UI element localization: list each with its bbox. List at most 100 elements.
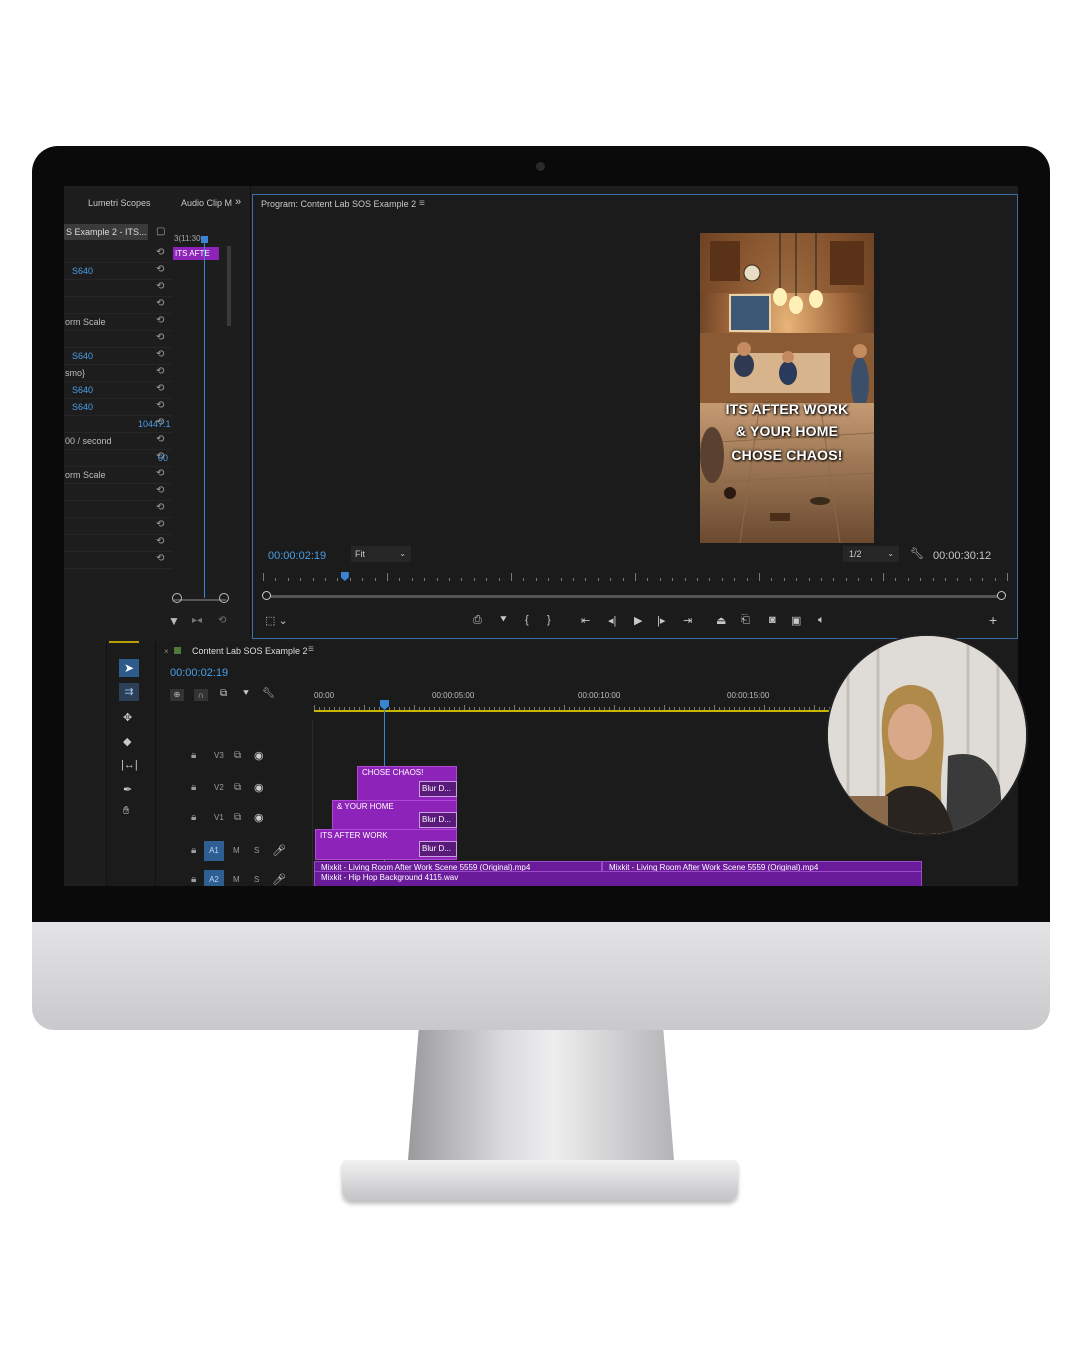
reset-icon[interactable]: ⟲ [156, 417, 164, 428]
timeline-current-timecode[interactable]: 00:00:02:19 [170, 667, 228, 679]
microphone-icon[interactable]: 🎤︎ [272, 873, 286, 886]
mini-clip[interactable]: ITS AFTE [173, 247, 219, 260]
sync-lock-icon[interactable]: ⧉ [234, 750, 241, 761]
mute-button[interactable]: M [233, 875, 240, 884]
reset-icon[interactable]: ⟲ [156, 247, 164, 258]
reset-icon[interactable]: ⟲ [156, 468, 164, 479]
reset-icon[interactable]: ⟲ [156, 519, 164, 530]
resolution-dropdown[interactable]: 1/2 ⌄ [843, 546, 899, 562]
property-value[interactable]: S640 [72, 266, 93, 276]
comparison-view-icon[interactable]: ▣ [791, 614, 801, 627]
eye-icon[interactable]: ◉ [254, 781, 264, 794]
timeline-ruler[interactable]: 00:00 00:00:05:00 00:00:10:00 00:00:15:0… [314, 691, 835, 713]
effect-property-row[interactable]: ⟲ [64, 297, 172, 314]
sequence-tab[interactable]: Content Lab SOS Example 2 [192, 646, 308, 656]
lock-icon[interactable]: 🔒︎ [191, 812, 196, 823]
effect-property-row[interactable]: ⟲ [64, 246, 172, 263]
reset-icon[interactable]: ⟲ [156, 536, 164, 547]
play-icon[interactable]: ▶ [634, 614, 642, 627]
reset-icon[interactable]: ⟲ [156, 349, 164, 360]
nest-icon[interactable]: ⊕ [170, 689, 184, 701]
property-value[interactable]: S640 [72, 402, 93, 412]
extract-icon[interactable]: ⎗ [741, 614, 750, 627]
export-frame-icon[interactable]: ▢ [156, 226, 165, 237]
zoom-bar-left-handle[interactable] [262, 591, 271, 600]
play-audio-icon[interactable]: ▸◂ [192, 615, 202, 626]
property-value[interactable]: S640 [72, 351, 93, 361]
zoom-dropdown[interactable]: Fit ⌄ [351, 546, 411, 562]
track-name[interactable]: A2 [204, 870, 224, 886]
ripple-edit-tool-icon[interactable]: ✥ [123, 711, 132, 724]
a2-audio-clip[interactable]: Mixkit - Hip Hop Background 4115.wav [314, 871, 922, 886]
go-to-out-icon[interactable]: ⇥ [683, 614, 692, 627]
linked-selection-icon[interactable]: ⧉ [220, 688, 227, 699]
zoom-bar-right-handle[interactable] [997, 591, 1006, 600]
microphone-icon[interactable]: 🎤︎ [272, 844, 286, 857]
effect-property-row[interactable]: ⟲ [64, 552, 172, 569]
lock-icon[interactable]: 🔒︎ [191, 782, 196, 793]
slip-tool-icon[interactable]: |↔| [121, 759, 138, 771]
close-icon[interactable]: × [164, 647, 169, 656]
clip-name-dropdown[interactable]: S Example 2 - ITS... [64, 224, 148, 240]
wrench-icon[interactable]: 🔧︎ [910, 547, 924, 560]
effect-property-row[interactable]: S640 ⟲ [64, 382, 172, 399]
program-zoom-bar[interactable] [267, 595, 1003, 598]
track-name[interactable]: A1 [204, 841, 224, 861]
reset-icon[interactable]: ⟲ [156, 298, 164, 309]
reset-icon[interactable]: ⟲ [156, 485, 164, 496]
solo-button[interactable]: S [254, 875, 259, 884]
v3-fx-clip[interactable]: Blur D... [419, 781, 457, 797]
program-current-timecode[interactable]: 00:00:02:19 [268, 550, 326, 562]
reset-icon[interactable]: ⟲ [156, 281, 164, 292]
add-marker-icon[interactable]: ⯆ [242, 688, 250, 699]
v1-fx-clip[interactable]: Blur D... [419, 841, 457, 857]
camera-icon[interactable]: ◙ [769, 614, 776, 626]
panel-menu-icon[interactable]: ≡ [308, 644, 314, 655]
zoom-slider-left-handle[interactable] [172, 593, 182, 603]
effect-property-row[interactable]: S640 ⟲ [64, 263, 172, 280]
property-value[interactable]: S640 [72, 385, 93, 395]
effect-property-row[interactable]: 10447.1 ⟲ [64, 416, 172, 433]
reset-icon[interactable]: ⟲ [156, 366, 164, 377]
effect-property-row[interactable]: S640 ⟲ [64, 348, 172, 365]
eye-icon[interactable]: ◉ [254, 749, 264, 762]
zoom-slider-right-handle[interactable] [219, 593, 229, 603]
track-select-tool-icon[interactable]: ⇉ [119, 683, 139, 701]
reset-icon[interactable]: ⟲ [156, 315, 164, 326]
safe-margins-icon[interactable]: ⬚ ⌄ [265, 614, 288, 627]
volume-icon[interactable]: 🔈︎ [818, 614, 825, 627]
reset-icon[interactable]: ⟲ [156, 502, 164, 513]
mini-playhead-handle[interactable] [201, 236, 208, 243]
effect-property-row[interactable]: orm Scale ⟲ [64, 314, 172, 331]
effect-property-row[interactable]: 00 / second ⟲ [64, 433, 172, 450]
filter-icon[interactable]: ▼ [168, 614, 180, 628]
razor-tool-icon[interactable]: ◆ [123, 735, 131, 748]
loop-icon[interactable]: ⟲ [218, 615, 226, 626]
effect-property-row[interactable]: ⟲ [64, 535, 172, 552]
mark-in-icon[interactable]: { [525, 614, 529, 626]
effect-property-row[interactable]: ⟲ [64, 280, 172, 297]
effect-property-row[interactable]: ⟲ [64, 501, 172, 518]
mute-button[interactable]: M [233, 846, 240, 855]
mark-out-icon[interactable]: } [547, 614, 551, 626]
sync-lock-icon[interactable]: ⧉ [234, 812, 241, 823]
property-value[interactable]: 10447.1 [138, 419, 171, 429]
tab-audio-clip-mixer[interactable]: Audio Clip M [181, 198, 232, 208]
pen-tool-icon[interactable]: ✒ [123, 783, 132, 796]
more-panels-icon[interactable]: » [235, 196, 241, 208]
lock-icon[interactable]: 🔒︎ [191, 845, 196, 856]
lock-icon[interactable]: 🔒︎ [191, 750, 196, 761]
add-marker-icon[interactable]: ⯆ [499, 614, 508, 627]
solo-button[interactable]: S [254, 846, 259, 855]
effect-property-row[interactable]: orm Scale ⟲ [64, 467, 172, 484]
effect-property-row[interactable]: ⟲ [64, 484, 172, 501]
panel-menu-icon[interactable]: ≡ [419, 198, 425, 209]
snap-icon[interactable]: ∩ [194, 689, 208, 701]
lock-icon[interactable]: 🔒︎ [191, 874, 196, 885]
hand-tool-icon[interactable]: ✋︎ [123, 805, 129, 818]
reset-icon[interactable]: ⟲ [156, 332, 164, 343]
scrollbar[interactable] [227, 246, 231, 326]
reset-icon[interactable]: ⟲ [156, 434, 164, 445]
tab-lumetri-scopes[interactable]: Lumetri Scopes [88, 198, 151, 208]
effect-property-row[interactable]: 00 ⟲ [64, 450, 172, 467]
